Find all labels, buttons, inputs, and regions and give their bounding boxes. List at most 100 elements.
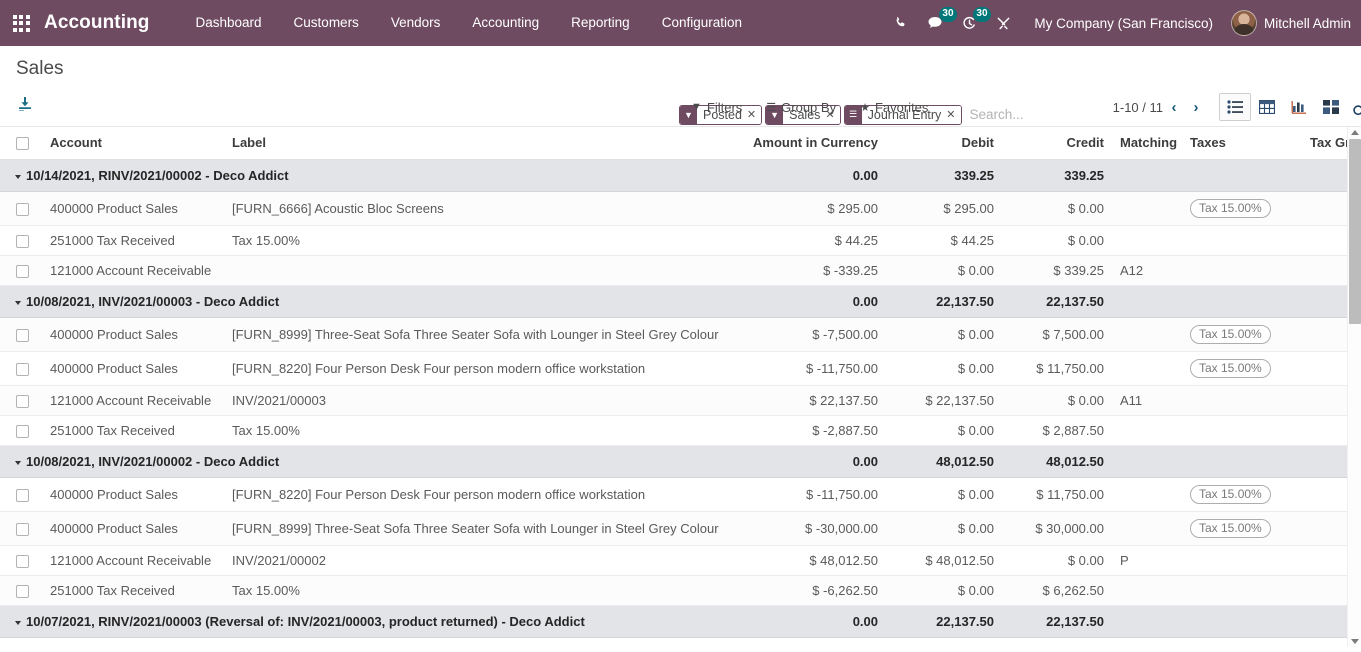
group-date: 10/07/2021, RINV/2021/00003 [26, 614, 202, 629]
user-menu[interactable]: Mitchell Admin [1227, 10, 1351, 36]
col-matching[interactable]: Matching [1112, 127, 1182, 160]
select-all-checkbox[interactable] [16, 137, 29, 150]
caret-down-icon[interactable] [15, 175, 21, 179]
cell-matching [1112, 478, 1182, 512]
tax-badge[interactable]: Tax 15.00% [1190, 519, 1271, 538]
table-row[interactable]: 251000 Tax ReceivedTax 15.00%$ -2,887.50… [0, 416, 1361, 446]
tax-badge[interactable]: Tax 15.00% [1190, 359, 1271, 378]
row-select-cell [0, 192, 42, 226]
export-download-icon[interactable] [16, 95, 34, 118]
chevron-right-icon[interactable]: › [1185, 99, 1207, 116]
tax-badge[interactable]: Tax 15.00% [1190, 325, 1271, 344]
cell-amount-in-currency: $ -11,750.00 [738, 352, 886, 386]
cell-taxes: Tax 15.00% [1182, 352, 1302, 386]
graph-view-icon[interactable] [1283, 93, 1315, 121]
group-header-row[interactable]: 10/08/2021, INV/2021/00002 - Deco Addict… [0, 446, 1361, 478]
group-title-cell[interactable]: 10/07/2021, RINV/2021/00003 (Reversal of… [0, 606, 738, 638]
scroll-down-icon[interactable] [1351, 639, 1359, 644]
tax-badge[interactable]: Tax 15.00% [1190, 199, 1271, 218]
table-row[interactable]: 121000 Account Receivable$ -339.25$ 0.00… [0, 256, 1361, 286]
col-amount-in-currency[interactable]: Amount in Currency [738, 127, 886, 160]
group-amount: 0.00 [738, 286, 886, 318]
table-row[interactable]: 400000 Product Sales[FURN_6666] Acoustic… [0, 192, 1361, 226]
col-debit[interactable]: Debit [886, 127, 1002, 160]
table-row[interactable]: 251000 Tax ReceivedTax 15.00%$ -6,262.50… [0, 576, 1361, 606]
group-date: 10/14/2021, [26, 168, 95, 183]
group-debit: 22,137.50 [886, 286, 1002, 318]
list-view-icon[interactable] [1219, 93, 1251, 121]
cell-matching [1112, 226, 1182, 256]
scroll-up-icon[interactable] [1351, 130, 1359, 135]
menu-vendors[interactable]: Vendors [375, 0, 457, 46]
apps-grid-icon[interactable] [10, 12, 32, 34]
cell-debit: $ 0.00 [886, 512, 1002, 546]
cell-matching [1112, 416, 1182, 446]
row-checkbox[interactable] [16, 329, 29, 342]
group-title-cell[interactable]: 10/14/2021, RINV/2021/00002 - Deco Addic… [0, 160, 738, 192]
messages-icon[interactable]: 30 [918, 0, 952, 46]
phone-icon[interactable] [884, 0, 918, 46]
scrollbar-thumb[interactable] [1349, 139, 1361, 324]
group-header-row[interactable]: 10/07/2021, RINV/2021/00003 (Reversal of… [0, 606, 1361, 638]
record-range[interactable]: 1-10 / 11 [1113, 100, 1163, 115]
row-select-cell [0, 352, 42, 386]
menu-accounting[interactable]: Accounting [456, 0, 555, 46]
table-row[interactable]: 400000 Product Sales[FURN_8220] Four Per… [0, 352, 1361, 386]
table-row[interactable]: 400000 Product Sales[FURN_8999] Three-Se… [0, 318, 1361, 352]
chevron-left-icon[interactable]: ‹ [1163, 99, 1185, 116]
tax-badge[interactable]: Tax 15.00% [1190, 485, 1271, 504]
vertical-scrollbar[interactable] [1347, 127, 1361, 647]
col-taxes[interactable]: Taxes [1182, 127, 1302, 160]
menu-configuration[interactable]: Configuration [646, 0, 758, 46]
kanban-view-icon[interactable] [1315, 93, 1347, 121]
row-checkbox[interactable] [16, 425, 29, 438]
cell-label: INV/2021/00003 [224, 386, 738, 416]
company-selector[interactable]: My Company (San Francisco) [1020, 16, 1227, 31]
menu-reporting[interactable]: Reporting [555, 0, 646, 46]
col-account[interactable]: Account [42, 127, 224, 160]
cell-account: 121000 Account Receivable [42, 256, 224, 286]
table-row[interactable]: 400000 Product Sales[FURN_8220] Four Per… [0, 478, 1361, 512]
row-checkbox[interactable] [16, 585, 29, 598]
cell-debit: $ 0.00 [886, 478, 1002, 512]
journal-items-table: Account Label Amount in Currency Debit C… [0, 127, 1361, 638]
row-select-cell [0, 318, 42, 352]
filter-icon: ▼ [691, 101, 702, 113]
cell-account: 251000 Tax Received [42, 416, 224, 446]
row-checkbox[interactable] [16, 235, 29, 248]
cell-amount-in-currency: $ -11,750.00 [738, 478, 886, 512]
row-checkbox[interactable] [16, 265, 29, 278]
group-header-row[interactable]: 10/14/2021, RINV/2021/00002 - Deco Addic… [0, 160, 1361, 192]
caret-down-icon[interactable] [15, 301, 21, 305]
row-checkbox[interactable] [16, 363, 29, 376]
row-checkbox[interactable] [16, 203, 29, 216]
app-brand-accounting[interactable]: Accounting [44, 12, 150, 34]
table-row[interactable]: 400000 Product Sales[FURN_8999] Three-Se… [0, 512, 1361, 546]
table-row[interactable]: 251000 Tax ReceivedTax 15.00%$ 44.25$ 44… [0, 226, 1361, 256]
filters-dropdown[interactable]: ▼ Filters [679, 100, 754, 115]
caret-down-icon[interactable] [15, 621, 21, 625]
table-row[interactable]: 121000 Account ReceivableINV/2021/00003$… [0, 386, 1361, 416]
cell-credit: $ 7,500.00 [1002, 318, 1112, 352]
menu-dashboard[interactable]: Dashboard [180, 0, 278, 46]
group-name: INV/2021/00002 - Deco Addict [98, 454, 279, 469]
pivot-view-icon[interactable] [1251, 93, 1283, 121]
debug-wrench-icon[interactable] [986, 0, 1020, 46]
col-label[interactable]: Label [224, 127, 738, 160]
cell-credit: $ 0.00 [1002, 386, 1112, 416]
group-title-cell[interactable]: 10/08/2021, INV/2021/00003 - Deco Addict [0, 286, 738, 318]
row-checkbox[interactable] [16, 395, 29, 408]
group-by-dropdown[interactable]: ☰ Group By [754, 100, 848, 115]
favorites-dropdown[interactable]: ★ Favorites [848, 100, 940, 115]
table-row[interactable]: 121000 Account ReceivableINV/2021/00002$… [0, 546, 1361, 576]
caret-down-icon[interactable] [15, 461, 21, 465]
group-title-cell[interactable]: 10/08/2021, INV/2021/00002 - Deco Addict [0, 446, 738, 478]
col-credit[interactable]: Credit [1002, 127, 1112, 160]
row-checkbox[interactable] [16, 555, 29, 568]
activities-clock-icon[interactable]: 30 [952, 0, 986, 46]
menu-customers[interactable]: Customers [278, 0, 375, 46]
cell-amount-in-currency: $ -7,500.00 [738, 318, 886, 352]
row-checkbox[interactable] [16, 523, 29, 536]
row-checkbox[interactable] [16, 489, 29, 502]
group-header-row[interactable]: 10/08/2021, INV/2021/00003 - Deco Addict… [0, 286, 1361, 318]
